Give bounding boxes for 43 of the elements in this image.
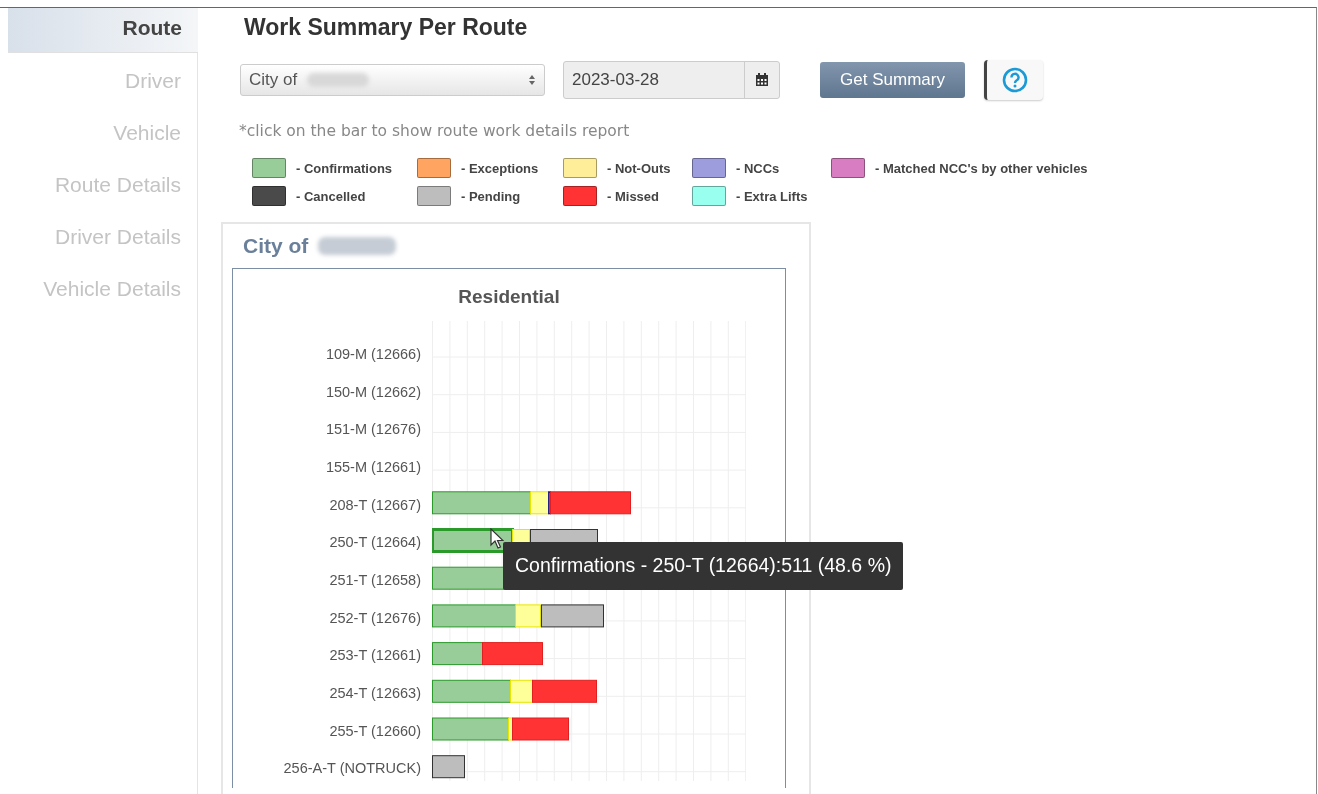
row-label: 252-T (12676): [329, 609, 421, 626]
row-label: 150-M (12662): [325, 383, 421, 400]
sort-arrows-icon: [528, 74, 536, 86]
tooltip: Confirmations - 250-T (12664):511 (48.6 %): [503, 542, 904, 590]
row-label: 155-M (12661): [325, 458, 421, 475]
city-select[interactable]: City of: [240, 64, 545, 96]
date-field[interactable]: 2023-03-28: [563, 61, 780, 99]
sidebar-item[interactable]: Driver Details: [8, 216, 197, 268]
sidebar-item[interactable]: Driver: [8, 60, 197, 112]
row-label: 256-A-T (NOTRUCK): [283, 760, 421, 777]
legend-label: - Matched NCC's by other vehicles: [875, 160, 1088, 176]
help-button[interactable]: [984, 60, 1043, 100]
row-label: 254-T (12663): [329, 685, 421, 702]
legend-label: - NCCs: [736, 160, 780, 176]
legend-label: - Cancelled: [296, 188, 366, 204]
legend-label: - Missed: [607, 188, 659, 204]
chart-title: Residential: [457, 286, 561, 308]
bar-segment[interactable]: [541, 604, 604, 628]
row-label: 251-T (12658): [329, 571, 421, 588]
row-label: 208-T (12667): [329, 496, 421, 513]
redaction-mark: [307, 73, 370, 87]
calendar-icon[interactable]: [755, 73, 769, 87]
get-summary-button[interactable]: Get Summary: [820, 62, 965, 98]
row-label: 151-M (12676): [325, 421, 421, 438]
row-label: 109-M (12666): [325, 345, 421, 362]
card-title: City of: [243, 234, 309, 258]
page-title: Work Summary Per Route: [244, 14, 529, 41]
legend-label: - Pending: [461, 188, 521, 204]
sidebar-item[interactable]: Route Details: [8, 164, 197, 216]
hint-text: *click on the bar to show route work details report: [239, 122, 631, 140]
bar-segment[interactable]: [432, 755, 465, 779]
sidebar-item[interactable]: Vehicle Details: [8, 268, 197, 320]
sidebar-item[interactable]: Route: [8, 8, 198, 53]
row-label: 255-T (12660): [329, 722, 421, 739]
row-label: 253-T (12661): [329, 647, 421, 664]
legend-label: - Confirmations: [296, 160, 393, 176]
legend-label: - Extra Lifts: [736, 188, 808, 204]
row-label: 250-T (12664): [329, 534, 421, 551]
legend-label: - Not-Outs: [607, 160, 671, 176]
help-icon: [1002, 67, 1028, 93]
legend-label: - Exceptions: [461, 160, 539, 176]
sidebar-item[interactable]: Vehicle: [8, 112, 197, 164]
cursor-icon: [490, 528, 504, 550]
